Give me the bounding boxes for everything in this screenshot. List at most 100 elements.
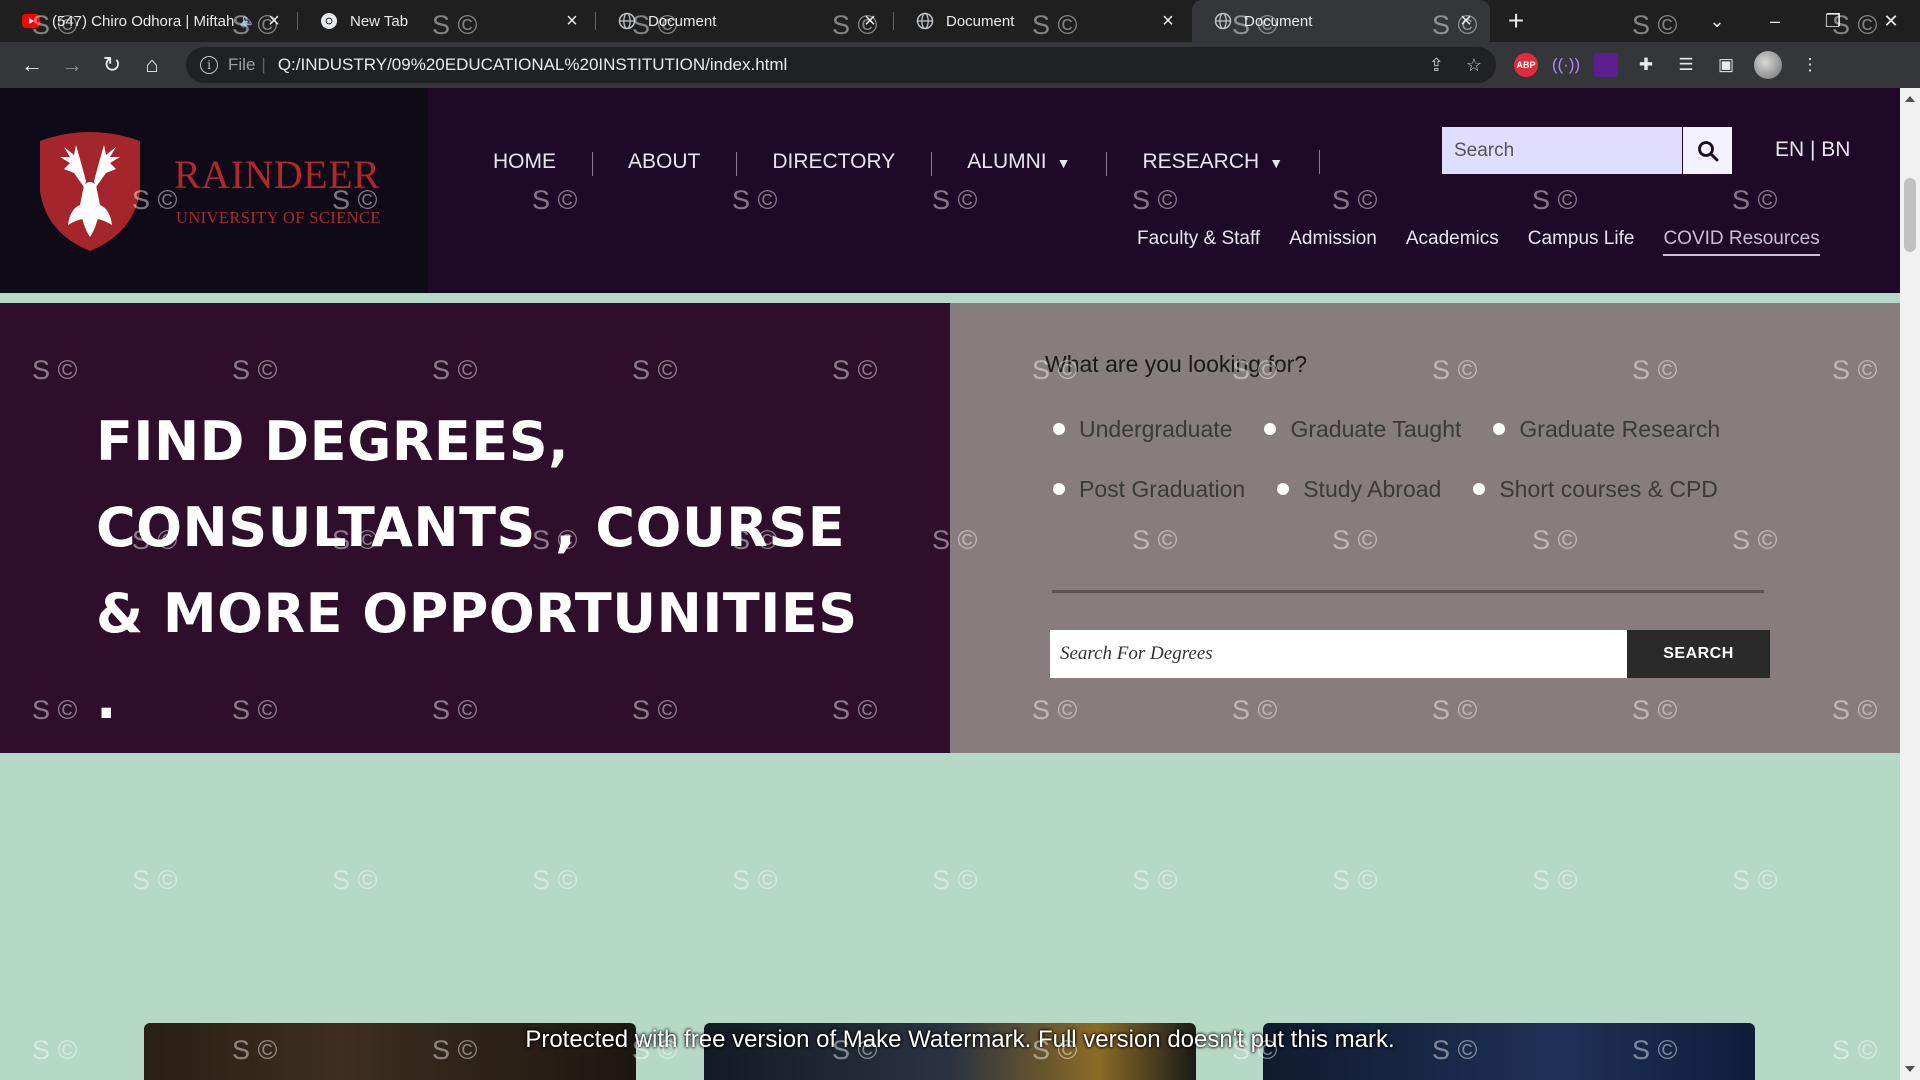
scrollbar-thumb[interactable] xyxy=(1904,178,1916,252)
nav-research-label: RESEARCH xyxy=(1142,150,1260,173)
nav-directory[interactable]: DIRECTORY xyxy=(736,150,931,176)
profile-avatar-icon[interactable] xyxy=(1754,51,1782,79)
option-study-abroad[interactable]: Study Abroad xyxy=(1277,473,1441,505)
url-divider: | xyxy=(261,55,266,74)
language-switcher[interactable]: EN | BN xyxy=(1775,138,1850,162)
option-short-courses[interactable]: Short courses & CPD xyxy=(1473,473,1718,505)
restore-icon[interactable]: ❐ xyxy=(1804,0,1862,42)
reload-icon[interactable]: ↻ xyxy=(92,45,132,85)
browser-toolbar: ← → ↻ ⌂ i File | Q:/INDUSTRY/09%20EDUCAT… xyxy=(0,42,1920,88)
browser-tab-document-active[interactable]: Document × xyxy=(1192,0,1490,42)
main-nav: HOME ABOUT DIRECTORY ALUMNI ▼ RESEARCH ▼ xyxy=(466,150,1321,176)
radio-dot-icon xyxy=(1264,423,1277,435)
caret-down-icon: ▼ xyxy=(1056,155,1071,171)
nav-alumni-dropdown[interactable]: ALUMNI ▼ xyxy=(931,150,1106,176)
subnav-academics[interactable]: Academics xyxy=(1406,228,1499,256)
tab-search-icon[interactable]: ⌄ xyxy=(1688,0,1746,42)
close-tab-icon[interactable]: × xyxy=(562,10,582,32)
globe-icon xyxy=(916,12,934,30)
forward-icon[interactable]: → xyxy=(52,45,92,85)
radio-dot-icon xyxy=(1473,483,1486,495)
address-bar[interactable]: i File | Q:/INDUSTRY/09%20EDUCATIONAL%20… xyxy=(186,47,1496,83)
url-scheme: File xyxy=(228,55,256,74)
nav-home[interactable]: HOME xyxy=(466,150,592,174)
browser-tab-document-2[interactable]: Document × xyxy=(894,0,1192,42)
share-icon[interactable]: ⇪ xyxy=(1429,55,1444,76)
option-graduate-research[interactable]: Graduate Research xyxy=(1493,413,1720,445)
logo-block[interactable]: RAINDEER UNIVERSITY OF SCIENCE xyxy=(0,88,428,293)
finder-options: Undergraduate Graduate Taught Graduate R… xyxy=(1053,413,1853,533)
scroll-up-icon[interactable] xyxy=(1905,96,1915,102)
university-subtitle: UNIVERSITY OF SCIENCE xyxy=(176,208,381,227)
options-row: Post Graduation Study Abroad Short cours… xyxy=(1053,473,1853,505)
url-text[interactable]: Q:/INDUSTRY/09%20EDUCATIONAL%20INSTITUTI… xyxy=(278,55,788,75)
degree-search-input[interactable] xyxy=(1050,630,1627,678)
adblock-plus-icon[interactable]: ABP xyxy=(1514,53,1538,77)
subnav-campus-life[interactable]: Campus Life xyxy=(1528,228,1635,256)
radio-dot-icon xyxy=(1277,483,1290,495)
nav-research-dropdown[interactable]: RESEARCH ▼ xyxy=(1106,150,1319,176)
site-search-input[interactable] xyxy=(1442,127,1682,174)
browser-tab-youtube[interactable]: (547) Chiro Odhora | Miftah 🔈 × xyxy=(0,0,298,42)
radio-dot-icon xyxy=(1053,423,1065,435)
browser-tab-document-1[interactable]: Document × xyxy=(596,0,894,42)
subnav-faculty-staff[interactable]: Faculty & Staff xyxy=(1137,228,1260,256)
degree-search: SEARCH xyxy=(1050,630,1770,678)
back-icon[interactable]: ← xyxy=(12,45,52,85)
option-label: Study Abroad xyxy=(1303,475,1442,502)
sub-nav: Faculty & Staff Admission Academics Camp… xyxy=(1137,228,1820,256)
finder-divider xyxy=(1052,590,1764,593)
option-label: Short courses & CPD xyxy=(1499,475,1718,502)
hero-title-line: & MORE OPPORTUNITIES . xyxy=(96,582,858,731)
feature-cards xyxy=(144,1023,1756,1080)
extensions-puzzle-icon[interactable]: ✚ xyxy=(1634,53,1658,77)
site-info-icon[interactable]: i xyxy=(200,56,218,74)
nav-about[interactable]: ABOUT xyxy=(592,150,736,176)
tab-title: Document xyxy=(648,12,717,30)
minimize-icon[interactable]: – xyxy=(1746,0,1804,42)
home-icon[interactable]: ⌂ xyxy=(132,45,172,85)
tab-title: Document xyxy=(946,12,1015,30)
option-graduate-taught[interactable]: Graduate Taught xyxy=(1264,413,1461,445)
tab-title: Document xyxy=(1244,12,1313,30)
page-scrollbar[interactable] xyxy=(1900,88,1920,1080)
close-window-icon[interactable]: ✕ xyxy=(1862,0,1920,42)
option-label: Post Graduation xyxy=(1079,475,1246,502)
media-control-icon[interactable]: ☰ xyxy=(1674,53,1698,77)
option-undergraduate[interactable]: Undergraduate xyxy=(1053,413,1232,445)
feature-card-museum[interactable] xyxy=(704,1023,1196,1080)
audio-playing-icon[interactable]: 🔈 xyxy=(240,13,256,29)
option-label: Graduate Taught xyxy=(1290,415,1462,442)
new-tab-button[interactable]: + xyxy=(1496,0,1536,42)
close-tab-icon[interactable]: × xyxy=(860,10,880,32)
close-tab-icon[interactable]: × xyxy=(264,10,284,32)
tab-title: (547) Chiro Odhora | Miftah xyxy=(52,12,235,30)
radio-dot-icon xyxy=(1493,423,1506,435)
finder-question: What are you looking for? xyxy=(1045,351,1308,377)
subnav-admission[interactable]: Admission xyxy=(1289,228,1377,256)
web-page: RAINDEER UNIVERSITY OF SCIENCE HOME ABOU… xyxy=(0,88,1900,1080)
close-tab-icon[interactable]: × xyxy=(1158,10,1178,32)
side-panel-icon[interactable]: ▣ xyxy=(1714,53,1738,77)
site-search-button[interactable] xyxy=(1683,127,1732,174)
purple-extension-icon[interactable] xyxy=(1594,53,1618,77)
feature-card-campus[interactable] xyxy=(1263,1023,1755,1080)
broadcast-extension-icon[interactable]: ((·)) xyxy=(1552,53,1580,77)
nav-alumni-label: ALUMNI xyxy=(967,150,1047,173)
scroll-down-icon[interactable] xyxy=(1905,1066,1915,1072)
close-tab-icon[interactable]: × xyxy=(1456,10,1476,32)
subnav-covid-resources[interactable]: COVID Resources xyxy=(1663,228,1820,256)
omnibox-actions: ⇪ ☆ xyxy=(1429,55,1496,76)
tab-title: New Tab xyxy=(350,12,409,30)
window-controls: ⌄ – ❐ ✕ xyxy=(1688,0,1920,42)
browser-tab-new-tab[interactable]: New Tab × xyxy=(298,0,596,42)
bookmark-star-icon[interactable]: ☆ xyxy=(1466,55,1482,76)
more-menu-icon[interactable]: ⋮ xyxy=(1798,53,1822,77)
hero-title-line: CONSULTANTS , COURSE xyxy=(96,496,846,559)
feature-card-library[interactable] xyxy=(144,1023,636,1080)
degree-search-button[interactable]: SEARCH xyxy=(1627,630,1770,678)
option-post-graduation[interactable]: Post Graduation xyxy=(1053,473,1245,505)
deer-shield-logo-icon xyxy=(40,132,140,251)
search-icon xyxy=(1697,140,1718,161)
university-name: RAINDEER xyxy=(174,152,381,197)
